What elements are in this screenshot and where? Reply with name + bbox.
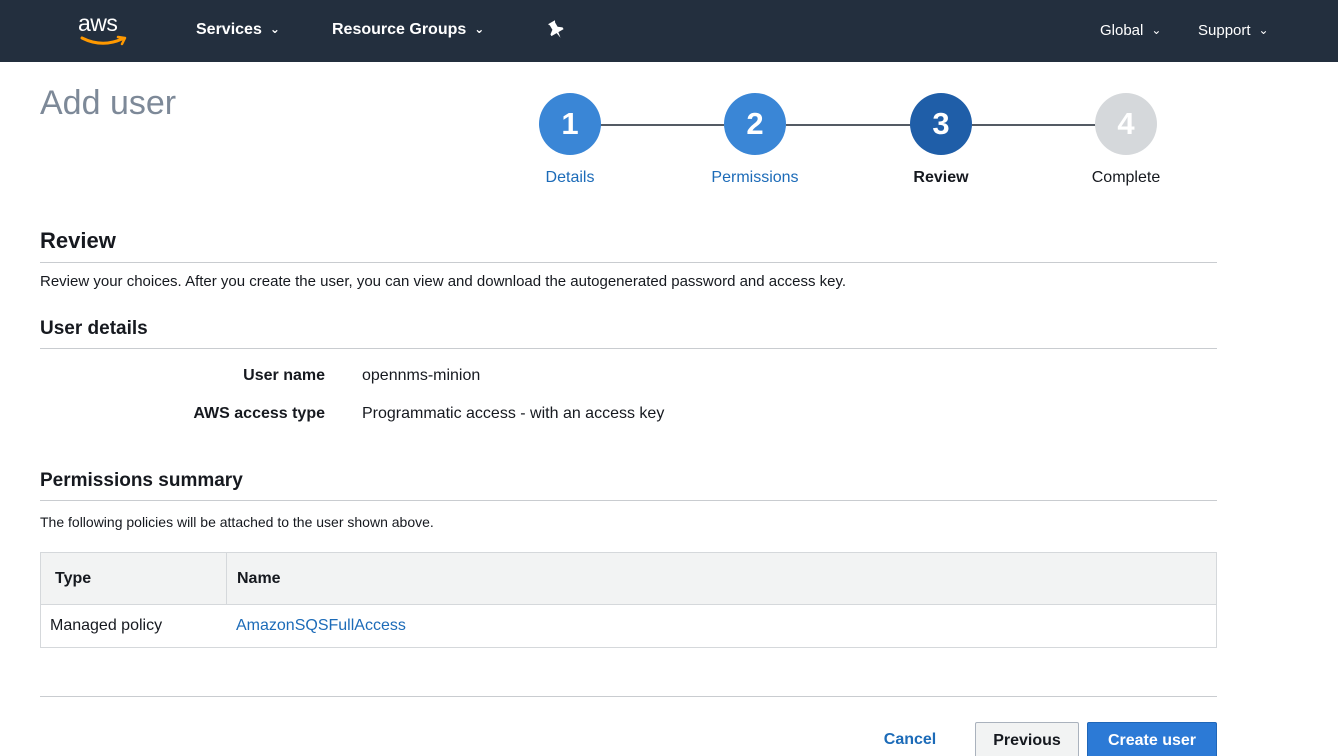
top-navigation-bar: aws Services ⌄ Resource Groups ⌄ Global ⌄ S… [0, 0, 1338, 62]
user-details-heading: User details [40, 318, 148, 339]
divider [40, 348, 1217, 349]
step-3-label: Review [913, 169, 969, 186]
table-header-row: Type Name [41, 553, 1216, 605]
step-1-label[interactable]: Details [490, 169, 650, 187]
services-menu-label: Services [196, 21, 262, 38]
page-title: Add user [40, 84, 177, 122]
cancel-button[interactable]: Cancel [873, 722, 947, 756]
resource-groups-menu[interactable]: Resource Groups ⌄ [332, 21, 484, 39]
permissions-intro: The following policies will be attached … [40, 514, 434, 530]
aws-smile-icon [80, 35, 127, 46]
table-row: Managed policy AmazonSQSFullAccess [41, 605, 1216, 647]
aws-logo-text: aws [78, 10, 118, 36]
divider [40, 500, 1217, 501]
access-type-value: Programmatic access - with an access key [362, 405, 665, 422]
step-connector [786, 124, 912, 126]
permissions-table: Type Name Managed policy AmazonSQSFullAc… [40, 552, 1217, 648]
support-label: Support [1198, 22, 1251, 39]
step-connector [600, 124, 724, 126]
divider [40, 262, 1217, 263]
previous-button[interactable]: Previous [975, 722, 1079, 756]
region-menu[interactable]: Global ⌄ [1100, 22, 1161, 39]
region-label: Global [1100, 22, 1144, 39]
pushpin-icon[interactable] [547, 20, 565, 40]
step-2-circle[interactable]: 2 [724, 93, 786, 155]
chevron-down-icon: ⌄ [1258, 23, 1269, 37]
review-heading: Review [40, 228, 116, 253]
permissions-summary-heading: Permissions summary [40, 470, 243, 491]
user-name-label: User name [243, 367, 325, 384]
create-user-button[interactable]: Create user [1087, 722, 1217, 756]
chevron-down-icon: ⌄ [269, 22, 280, 36]
step-4-label: Complete [1091, 169, 1161, 186]
step-4-circle: 4 [1095, 93, 1157, 155]
support-menu[interactable]: Support ⌄ [1198, 22, 1269, 39]
column-header-name[interactable]: Name [237, 570, 281, 588]
access-type-label: AWS access type [193, 405, 325, 422]
chevron-down-icon: ⌄ [474, 22, 485, 36]
policy-name-link[interactable]: AmazonSQSFullAccess [236, 617, 406, 635]
aws-logo[interactable]: aws [78, 10, 134, 50]
review-intro: Review your choices. After you create th… [40, 273, 847, 290]
chevron-down-icon: ⌄ [1151, 23, 1162, 37]
step-1-circle[interactable]: 1 [539, 93, 601, 155]
step-2-label[interactable]: Permissions [675, 169, 835, 187]
column-divider [226, 553, 227, 605]
services-menu[interactable]: Services ⌄ [196, 21, 280, 39]
step-3-circle: 3 [910, 93, 972, 155]
column-header-type[interactable]: Type [55, 570, 91, 588]
resource-groups-label: Resource Groups [332, 21, 467, 38]
policy-type-cell: Managed policy [50, 617, 163, 634]
user-name-value: opennms-minion [362, 367, 481, 384]
step-connector [972, 124, 1096, 126]
footer-divider [40, 696, 1217, 697]
